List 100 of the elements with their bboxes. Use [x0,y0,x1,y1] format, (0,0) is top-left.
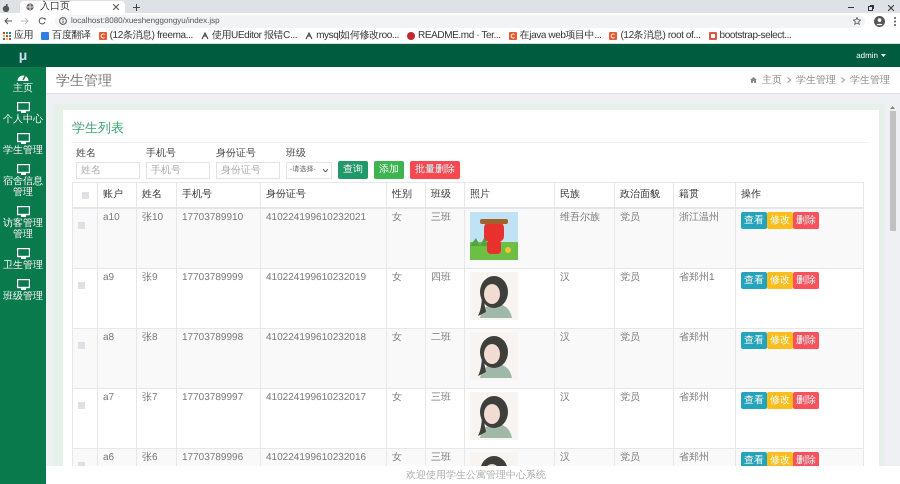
footer-text: 欢迎使用学生公寓管理中心系统 [406,468,546,482]
scrollbar-thumb[interactable] [890,111,896,231]
monitor-icon [16,164,30,175]
field-label: 身份证号 [216,146,257,160]
table-cell: 张7 [136,388,176,448]
bookmark-item[interactable]: 应用 [3,31,34,41]
tab-title: 入口页 [40,1,71,13]
user-menu[interactable]: admin [856,50,886,62]
bookmark-icon [609,32,618,40]
star-icon[interactable] [853,17,861,25]
bookmark-item[interactable]: 在java web项目中... [508,31,602,41]
delete-button[interactable]: 删除 [793,212,819,228]
bookmark-icon [407,32,416,40]
bookmark-item[interactable]: mysql如何修改roo... [305,31,400,41]
column-header: 性别 [386,182,426,208]
account-icon[interactable] [874,16,885,26]
view-button[interactable]: 查看 [741,392,767,408]
delete-button[interactable]: 删除 [793,452,819,466]
table-cell: 女 [386,208,426,268]
view-button[interactable]: 查看 [741,212,767,228]
sidebar-item[interactable]: 班级管理 [2,291,44,302]
bookmark-item[interactable]: README.md · Ter... [407,31,501,41]
table-cell: a7 [98,388,136,448]
chevron-icon [787,77,791,83]
column-header: 手机号 [176,182,260,208]
bookmark-icon [200,32,209,40]
column-header: 账户 [98,182,136,208]
bookmark-icon [508,32,517,40]
select-all-checkbox[interactable] [82,192,88,198]
row-checkbox[interactable] [78,402,85,408]
table-cell: 张9 [136,268,176,328]
plus-icon[interactable] [133,4,140,11]
sidebar-item[interactable]: 学生管理 [2,145,44,156]
row-checkbox[interactable] [78,282,85,288]
delete-button[interactable]: 删除 [793,332,819,348]
bookmark-item[interactable]: (12条消息) freema... [98,31,193,41]
breadcrumb-link[interactable]: 学生管理 [850,72,890,88]
sidebar-item[interactable]: 个人中心 [2,114,44,125]
row-checkbox[interactable] [78,342,85,348]
info-icon [59,17,67,25]
input-field[interactable]: 姓名 [76,162,140,178]
input-field[interactable]: 手机号 [146,162,210,178]
search-button[interactable]: 查询 [338,160,368,178]
column-header: 照片 [464,182,554,208]
sidebar-item[interactable]: 访客管理管理 [2,218,44,240]
sidebar-item[interactable]: 主页 [2,83,44,94]
table-cell: 17703789910 [176,208,260,268]
table-cell: 汉 [554,268,614,328]
bookmark-icon [98,32,107,40]
bookmark-item[interactable]: (12条消息) root of... [609,31,701,41]
input-field[interactable]: 身份证号 [216,162,280,178]
home-icon [750,77,757,83]
column-header: 民族 [554,182,614,208]
add-button[interactable]: 添加 [374,160,404,178]
restore-icon[interactable] [868,5,874,11]
table-cell: 浙江温州 [674,208,736,268]
table-cell: 女 [386,388,426,448]
scroll-up-icon[interactable] [890,106,895,109]
monitor-icon [16,133,30,144]
back-icon[interactable] [4,17,12,25]
view-button[interactable]: 查看 [741,452,767,466]
bookmark-icon [305,32,314,40]
view-button[interactable]: 查看 [741,332,767,348]
table-cell: a10 [98,208,136,268]
bookmark-item[interactable]: bootstrap-select... [708,31,792,41]
delete-button[interactable]: 删除 [793,392,819,408]
table-cell: 党员 [614,268,674,328]
column-header: 身份证号 [260,182,386,208]
field-label: 班级 [286,146,307,160]
browser-tab[interactable]: 入口页 [20,1,125,13]
minimize-icon[interactable] [848,7,854,9]
close-icon[interactable] [113,4,119,10]
table-cell: 张10 [136,208,176,268]
bookmark-item[interactable]: 使用UEditor 报错C... [200,31,298,41]
bookmark-item[interactable]: 百度翻译 [41,31,91,41]
url-text: localhost:8080/xueshenggongyu/index.jsp [71,15,220,27]
batch-delete-button[interactable]: 批量删除 [410,160,460,178]
table-cell: 党员 [614,208,674,268]
breadcrumb-link[interactable]: 主页 [762,72,782,88]
apple-icon[interactable] [2,4,10,12]
breadcrumb-link[interactable]: 学生管理 [796,72,836,88]
table-cell: 汉 [554,388,614,448]
view-button[interactable]: 查看 [741,272,767,288]
address-bar[interactable]: localhost:8080/xueshenggongyu/index.jsp [55,14,865,28]
row-checkbox[interactable] [78,222,85,228]
sidebar-item[interactable]: 卫生管理 [2,260,44,271]
chevron-icon [841,77,845,83]
table-cell: 省郑州 [674,328,736,388]
bookmark-icon [708,32,717,40]
logo: μ [0,44,46,67]
close-icon[interactable] [888,5,894,11]
table-cell: 省郑州 [674,388,736,448]
caret-icon [323,168,328,172]
sidebar-item[interactable]: 宿舍信息管理 [2,176,44,198]
table-cell: 17703789998 [176,328,260,388]
column-header: 操作 [736,182,864,208]
table-cell: 女 [386,268,426,328]
delete-button[interactable]: 删除 [793,272,819,288]
reload-icon[interactable] [38,17,46,25]
table-cell: a8 [98,328,136,388]
